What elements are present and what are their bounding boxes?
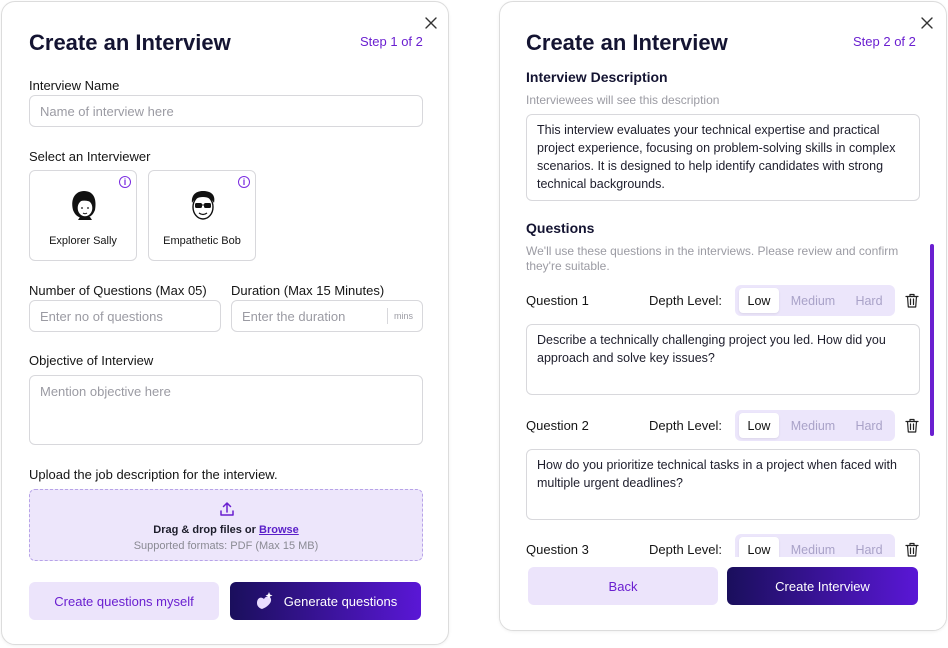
create-interview-step2-panel: Create an Interview Step 2 of 2 Intervie… <box>499 1 947 631</box>
questions-hint: We'll use these questions in the intervi… <box>526 244 899 273</box>
depth-option-low[interactable]: Low <box>739 288 779 313</box>
trash-icon[interactable] <box>905 293 919 308</box>
upload-icon <box>220 502 234 516</box>
page-title: Create an Interview <box>29 30 231 55</box>
depth-level-selector: Low Medium Hard <box>735 285 895 316</box>
questions-heading: Questions <box>526 220 595 236</box>
question-label: Question 2 <box>526 418 589 433</box>
interviewer-card-sally[interactable]: i Explorer Sally <box>29 170 137 261</box>
num-questions-input[interactable]: Enter no of questions <box>29 300 221 332</box>
step-indicator: Step 2 of 2 <box>853 34 916 49</box>
trash-icon[interactable] <box>905 542 919 557</box>
question-textarea[interactable]: How do you prioritize technical tasks in… <box>526 449 920 520</box>
interviewer-name: Empathetic Bob <box>163 235 241 247</box>
generate-questions-label: Generate questions <box>283 593 398 609</box>
scrollbar-thumb[interactable] <box>930 244 934 436</box>
sparkle-icon <box>256 592 273 609</box>
depth-level-label: Depth Level: <box>649 293 722 308</box>
step-indicator: Step 1 of 2 <box>360 34 423 49</box>
avatar-bob-icon <box>191 191 215 220</box>
interview-name-label: Interview Name <box>29 78 120 93</box>
depth-level-selector: Low Medium Hard <box>735 410 895 441</box>
interviewer-card-bob[interactable]: i Empathetic Bob <box>148 170 256 261</box>
depth-option-hard[interactable]: Hard <box>846 413 892 438</box>
back-button[interactable]: Back <box>528 567 718 605</box>
interviewer-name: Explorer Sally <box>49 235 117 247</box>
description-hint: Interviewees will see this description <box>526 93 720 107</box>
close-icon[interactable] <box>920 16 934 30</box>
info-icon[interactable]: i <box>119 176 131 188</box>
duration-input-wrapper: Enter the duration mins <box>231 300 423 332</box>
interviewer-label: Select an Interviewer <box>29 149 151 164</box>
create-questions-myself-button[interactable]: Create questions myself <box>29 582 219 620</box>
create-interview-step1-panel: Create an Interview Step 1 of 2 Intervie… <box>1 1 449 645</box>
avatar-sally-icon <box>72 191 96 220</box>
interview-name-input[interactable]: Name of interview here <box>29 95 423 127</box>
duration-unit: mins <box>386 308 413 324</box>
description-heading: Interview Description <box>526 69 668 85</box>
trash-icon[interactable] <box>905 418 919 433</box>
depth-option-medium[interactable]: Medium <box>783 413 843 438</box>
depth-option-hard[interactable]: Hard <box>846 288 892 313</box>
description-textarea[interactable]: This interview evaluates your technical … <box>526 114 920 201</box>
generate-questions-button[interactable]: Generate questions <box>230 582 421 620</box>
depth-option-medium[interactable]: Medium <box>783 288 843 313</box>
browse-link[interactable]: Browse <box>259 524 299 536</box>
supported-formats: Supported formats: PDF (Max 15 MB) <box>133 540 319 552</box>
info-icon[interactable]: i <box>238 176 250 188</box>
depth-level-label: Depth Level: <box>649 542 722 557</box>
question-label: Question 3 <box>526 542 589 557</box>
upload-label: Upload the job description for the inter… <box>29 467 278 482</box>
dropzone-text: Drag & drop files or Browse <box>153 524 299 536</box>
file-dropzone[interactable]: Drag & drop files or Browse Supported fo… <box>29 489 423 561</box>
close-icon[interactable] <box>424 16 438 30</box>
num-questions-label: Number of Questions (Max 05) <box>29 283 207 298</box>
duration-label: Duration (Max 15 Minutes) <box>231 283 385 298</box>
depth-option-low[interactable]: Low <box>739 413 779 438</box>
create-interview-button[interactable]: Create Interview <box>727 567 918 605</box>
objective-textarea[interactable]: Mention objective here <box>29 375 423 445</box>
step2-footer: Back Create Interview <box>500 557 946 630</box>
question-label: Question 1 <box>526 293 589 308</box>
depth-level-label: Depth Level: <box>649 418 722 433</box>
page-title: Create an Interview <box>526 30 728 55</box>
question-textarea[interactable]: Describe a technically challenging proje… <box>526 324 920 395</box>
objective-label: Objective of Interview <box>29 353 154 368</box>
